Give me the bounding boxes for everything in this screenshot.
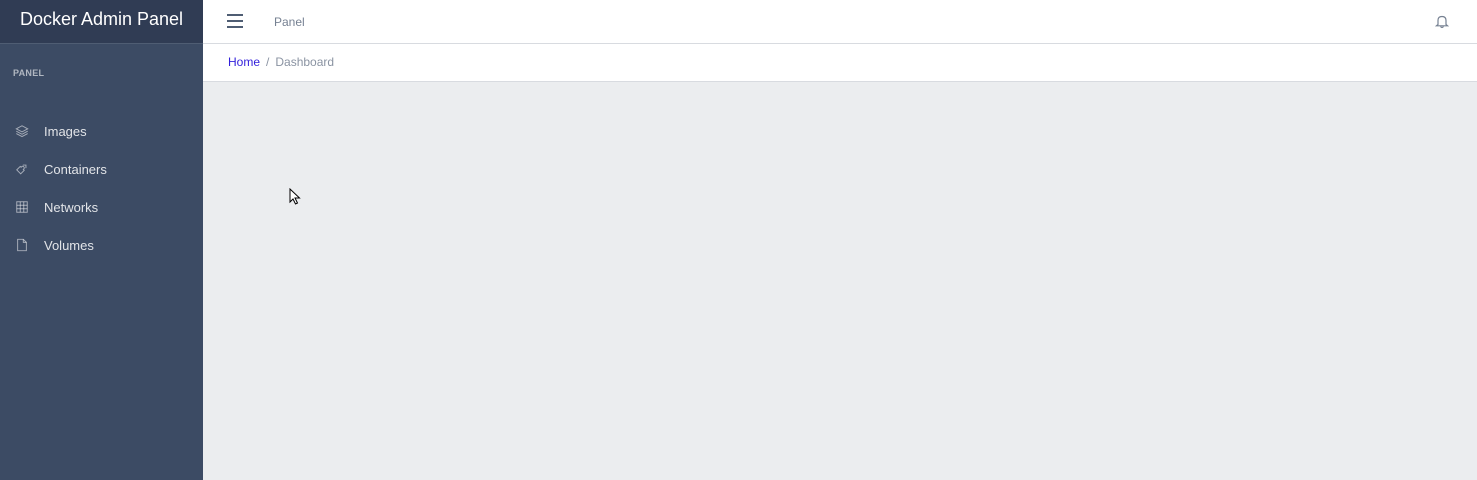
mouse-cursor-icon (289, 188, 301, 205)
breadcrumb-current: Dashboard (275, 55, 335, 69)
sidebar-item-images[interactable]: Images (0, 112, 203, 150)
breadcrumb-separator: / (266, 55, 270, 69)
puzzle-icon (0, 162, 44, 176)
hamburger-icon[interactable] (227, 14, 243, 28)
breadcrumb-home-link[interactable]: Home (228, 55, 260, 69)
top-header: Panel (203, 0, 1477, 44)
breadcrumb-bar: Home / Dashboard (203, 44, 1477, 82)
main-content (203, 82, 1477, 480)
sidebar-item-networks[interactable]: Networks (0, 188, 203, 226)
header-nav-link[interactable]: Panel (274, 15, 305, 29)
layers-icon (0, 124, 44, 138)
sidebar-item-label: Networks (44, 199, 99, 215)
sidebar-item-volumes[interactable]: Volumes (0, 226, 203, 264)
sidebar-item-label: Containers (44, 161, 107, 177)
file-icon (0, 238, 44, 252)
sidebar-item-label: Volumes (44, 237, 94, 253)
bell-icon[interactable] (1434, 14, 1450, 29)
brand-title[interactable]: Docker Admin Panel (0, 0, 203, 44)
sidebar: Docker Admin Panel PANEL Images Containe… (0, 0, 203, 480)
sidebar-item-containers[interactable]: Containers (0, 150, 203, 188)
nav-section-title: PANEL (13, 68, 45, 78)
breadcrumb: Home / Dashboard (228, 55, 334, 69)
grid-icon (0, 200, 44, 214)
sidebar-item-label: Images (44, 123, 87, 139)
